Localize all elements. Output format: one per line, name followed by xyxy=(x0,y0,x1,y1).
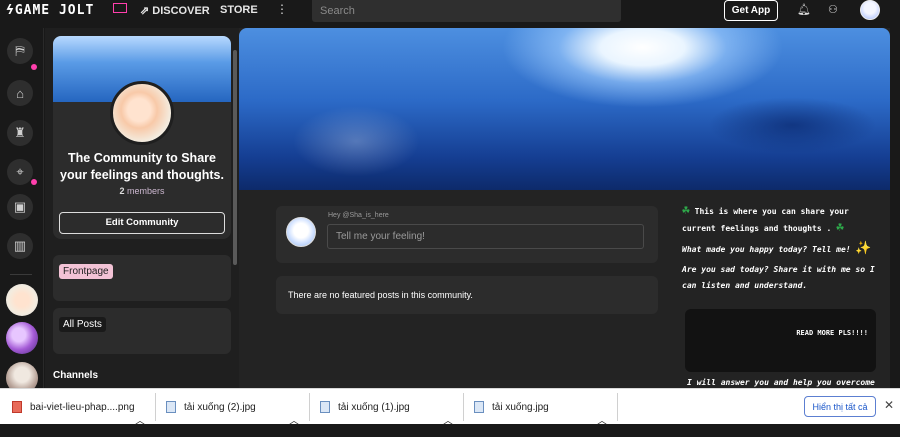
file-icon xyxy=(474,401,484,413)
post-composer: Hey @Sha_is_here xyxy=(276,206,658,263)
compass-icon: ⇗ xyxy=(140,5,153,17)
file-icon xyxy=(166,401,176,413)
download-item[interactable]: tải xuống.jpg xyxy=(474,389,549,425)
edit-community-button[interactable]: Edit Community xyxy=(59,212,225,234)
channel-frontpage-box: Frontpage xyxy=(53,255,231,301)
channel-all-posts-box: All Posts xyxy=(53,308,231,354)
read-more-box[interactable]: READ MORE PLS!!!! xyxy=(685,309,876,372)
community-avatar[interactable] xyxy=(110,81,174,145)
download-item[interactable]: bai-viet-lieu-phap....png xyxy=(12,389,135,425)
desc-line-2: What made you happy today? Tell me! ✨ xyxy=(682,241,882,258)
featured-posts: There are no featured posts in this comm… xyxy=(276,276,658,314)
desc-line-1-text: This is where you can share your current… xyxy=(682,207,849,233)
bell-icon[interactable]: 🔔︎ xyxy=(797,3,811,16)
community-main: Hey @Sha_is_here There are no featured p… xyxy=(239,28,890,388)
member-count-value: 2 xyxy=(119,186,125,196)
sidebar-scrollbar[interactable] xyxy=(233,50,237,265)
desc-line-1: ☘ This is where you can share your curre… xyxy=(682,203,882,237)
left-nav: ⛿ ⌂ ♜ ⌖ ▣ ▥ xyxy=(0,28,44,394)
download-item[interactable]: tải xuống (2).jpg xyxy=(166,389,256,425)
community-icon-purple[interactable] xyxy=(6,322,38,354)
columns-icon[interactable]: ▥ xyxy=(7,233,33,259)
divider xyxy=(309,393,310,421)
nav-discover[interactable]: ⇗ DISCOVER xyxy=(140,4,210,17)
download-item[interactable]: tải xuống (1).jpg xyxy=(320,389,410,425)
community-card: The Community to Share your feelings and… xyxy=(53,36,231,239)
composer-greeting: Hey @Sha_is_here xyxy=(328,212,389,219)
divider xyxy=(155,393,156,421)
composer-avatar[interactable] xyxy=(286,217,316,247)
satellite-icon[interactable]: ⌖ xyxy=(7,159,33,185)
desc-line-4: I will answer you and help you overcome xyxy=(687,378,875,387)
chevron-up-icon[interactable]: ︿ xyxy=(289,401,299,437)
clover-icon: ☘ xyxy=(682,203,690,218)
channel-frontpage[interactable]: Frontpage xyxy=(59,264,113,279)
community-icon-feelings[interactable] xyxy=(6,284,38,316)
download-filename: tải xuống.jpg xyxy=(492,401,549,413)
channel-all-posts[interactable]: All Posts xyxy=(59,317,106,332)
user-avatar[interactable] xyxy=(860,0,880,20)
chevron-up-icon[interactable]: ︿ xyxy=(135,401,145,437)
library-icon[interactable]: ▣ xyxy=(7,194,33,220)
nav-store[interactable]: STORE xyxy=(220,4,258,16)
clover-icon: ☘ xyxy=(836,220,844,235)
post-input[interactable] xyxy=(327,224,644,249)
show-all-downloads-button[interactable]: Hiển thị tất cả xyxy=(804,396,876,417)
no-featured-text: There are no featured posts in this comm… xyxy=(288,290,473,300)
divider xyxy=(463,393,464,421)
top-bar: ϟGAME JOLT ⇗ DISCOVER STORE ⋮ Get App 🔔︎… xyxy=(0,0,900,28)
friends-icon[interactable]: ⚇ xyxy=(828,3,838,16)
notification-dot xyxy=(31,179,37,185)
divider xyxy=(617,393,618,421)
logo-badge xyxy=(113,3,127,13)
store-icon[interactable]: ⌂ xyxy=(7,80,33,106)
divider xyxy=(10,274,32,275)
search-input[interactable] xyxy=(312,0,621,22)
download-filename: bai-viet-lieu-phap....png xyxy=(30,401,135,413)
member-count[interactable]: 2 members xyxy=(53,186,231,196)
download-filename: tải xuống (2).jpg xyxy=(184,401,256,413)
sparkle-icon: ✨ xyxy=(855,241,872,256)
chevron-up-icon[interactable]: ︿ xyxy=(597,401,607,437)
community-sidebar: The Community to Share your feelings and… xyxy=(45,28,239,388)
logo-text: GAME JOLT xyxy=(14,3,95,18)
close-icon[interactable]: ✕ xyxy=(884,398,894,412)
desc-line-3: Are you sad today? Share it with me so I… xyxy=(682,265,875,290)
chevron-up-icon[interactable]: ︿ xyxy=(443,401,453,437)
desc-line-2-text: What made you happy today? Tell me! xyxy=(682,245,851,254)
flash-icon: ϟ xyxy=(6,3,15,18)
member-count-label: members xyxy=(127,186,165,196)
community-header-image xyxy=(239,28,890,190)
tv-icon[interactable]: ⛿ xyxy=(7,38,33,64)
community-description: ☘ This is where you can share your curre… xyxy=(682,203,882,298)
file-icon xyxy=(12,401,22,413)
download-filename: tải xuống (1).jpg xyxy=(338,401,410,413)
nav-discover-label: DISCOVER xyxy=(152,5,210,17)
gamejolt-logo[interactable]: ϟGAME JOLT xyxy=(6,3,94,18)
backpack-icon[interactable]: ♜ xyxy=(7,120,33,146)
file-icon xyxy=(320,401,330,413)
more-icon[interactable]: ⋮ xyxy=(276,2,288,16)
community-title: The Community to Share your feelings and… xyxy=(60,151,224,182)
channels-heading: Channels xyxy=(53,370,99,381)
get-app-button[interactable]: Get App xyxy=(724,0,778,21)
notification-dot xyxy=(31,64,37,70)
download-bar: bai-viet-lieu-phap....png ︿ tải xuống (2… xyxy=(0,388,900,427)
